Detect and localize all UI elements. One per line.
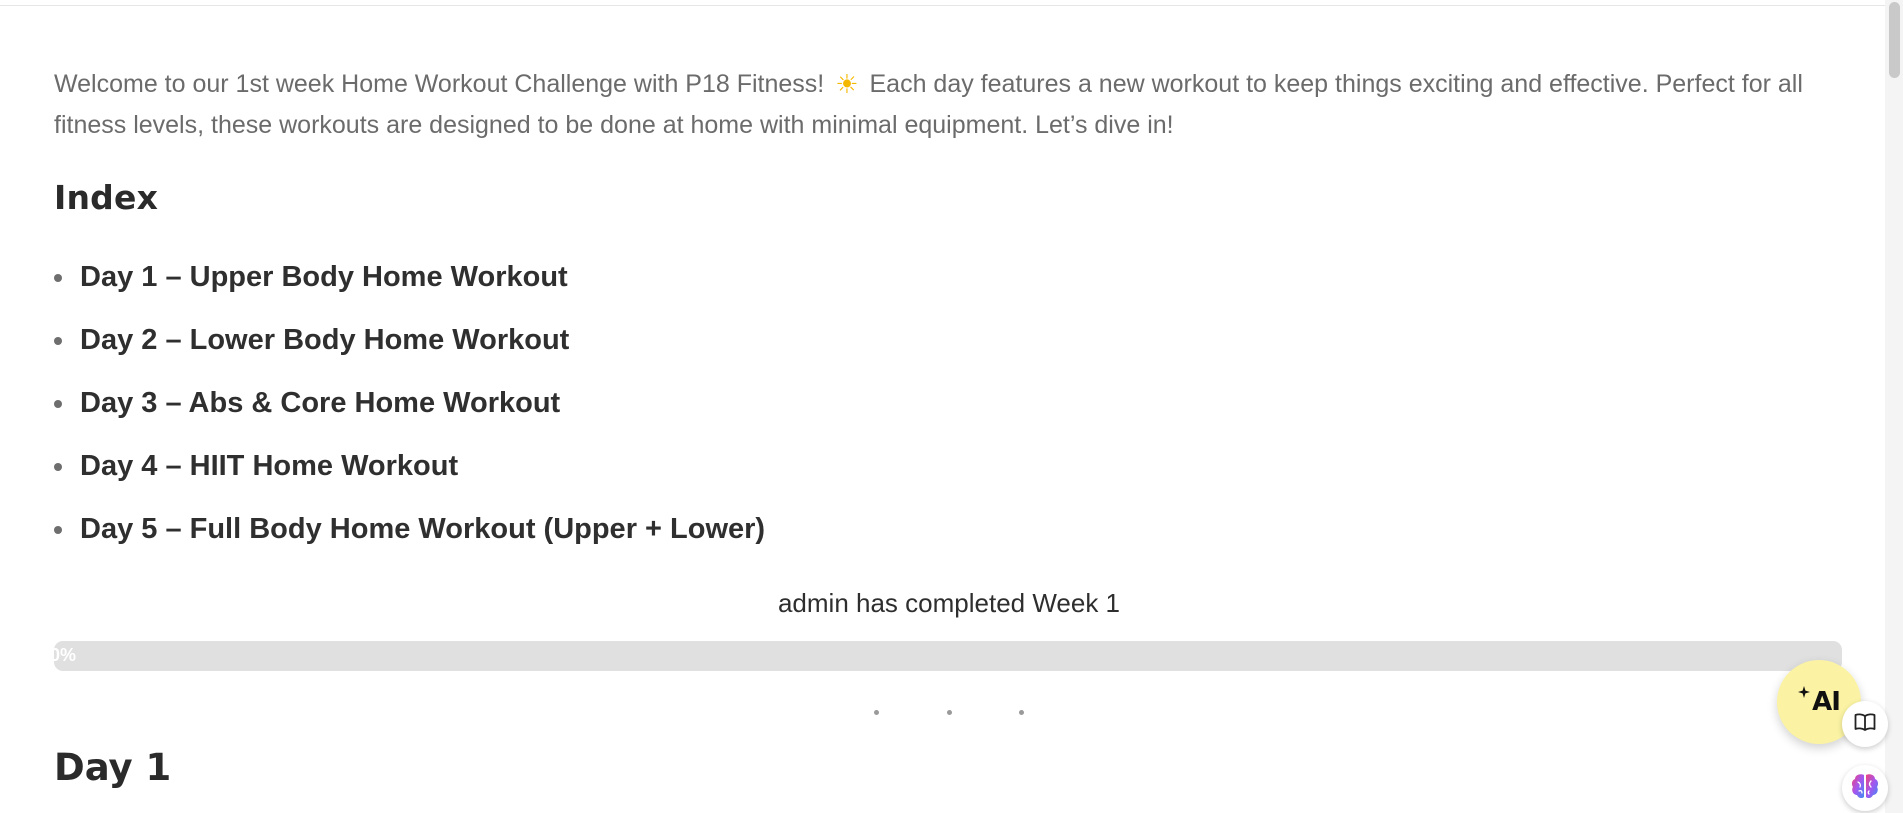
index-heading: Index xyxy=(54,178,159,217)
ai-label: AI xyxy=(1812,687,1841,717)
scrollbar[interactable] xyxy=(1885,0,1903,813)
completion-status: admin has completed Week 1 xyxy=(777,588,1121,618)
index-item-label[interactable]: Day 4 – HIIT Home Workout xyxy=(80,450,458,482)
bullet-icon xyxy=(54,337,62,345)
intro-paragraph: Welcome to our 1st week Home Workout Cha… xyxy=(54,64,1844,146)
intro-text-before: Welcome to our 1st week Home Workout Cha… xyxy=(54,70,825,98)
index-item-day-5[interactable]: Day 5 – Full Body Home Workout (Upper + … xyxy=(54,505,765,568)
book-button[interactable] xyxy=(1842,701,1888,747)
bullet-icon xyxy=(54,274,62,282)
bullet-icon xyxy=(54,526,62,534)
brain-button[interactable] xyxy=(1842,765,1888,811)
dot xyxy=(1019,710,1024,715)
index-item-day-1[interactable]: Day 1 – Upper Body Home Workout xyxy=(54,253,765,316)
brain-icon xyxy=(1850,772,1880,805)
dot xyxy=(874,710,879,715)
sun-emoji-icon: ☀ xyxy=(835,69,859,99)
index-item-day-2[interactable]: Day 2 – Lower Body Home Workout xyxy=(54,316,765,379)
bullet-icon xyxy=(54,400,62,408)
index-item-label[interactable]: Day 5 – Full Body Home Workout (Upper + … xyxy=(80,513,765,545)
index-list: Day 1 – Upper Body Home Workout Day 2 – … xyxy=(54,253,765,568)
page: Welcome to our 1st week Home Workout Cha… xyxy=(0,0,1903,813)
bullet-icon xyxy=(54,463,62,471)
index-item-label[interactable]: Day 1 – Upper Body Home Workout xyxy=(80,261,568,293)
top-divider xyxy=(0,5,1885,6)
index-item-day-4[interactable]: Day 4 – HIIT Home Workout xyxy=(54,442,765,505)
book-icon xyxy=(1854,712,1876,737)
scrollbar-thumb[interactable] xyxy=(1889,2,1900,78)
index-item-label[interactable]: Day 3 – Abs & Core Home Workout xyxy=(80,387,560,419)
loading-dots xyxy=(54,710,1844,720)
index-item-day-3[interactable]: Day 3 – Abs & Core Home Workout xyxy=(54,379,765,442)
day-1-heading: Day 1 xyxy=(54,746,172,789)
index-item-label[interactable]: Day 2 – Lower Body Home Workout xyxy=(80,324,569,356)
progress-percent: 0% xyxy=(54,645,77,665)
progress-bar: 0% xyxy=(54,641,1842,671)
dot xyxy=(947,710,952,715)
